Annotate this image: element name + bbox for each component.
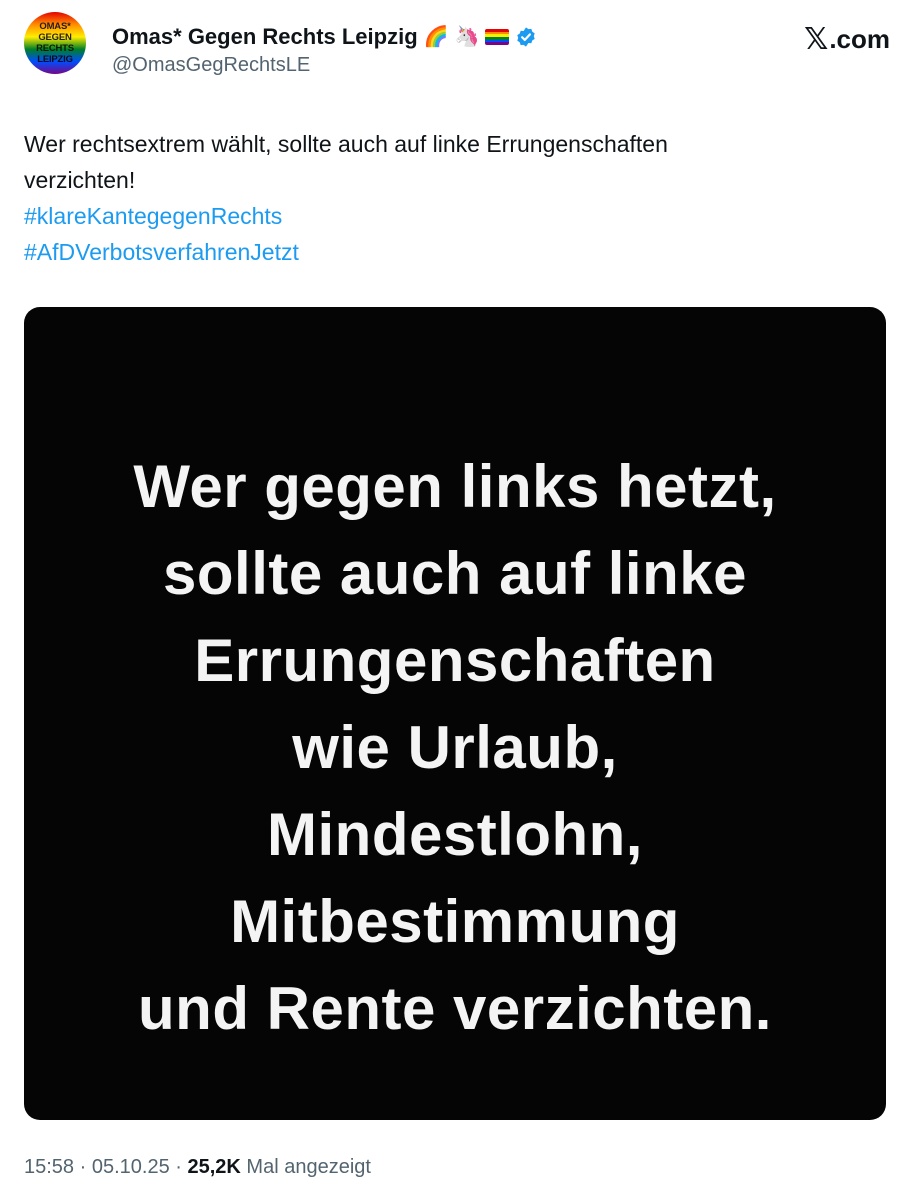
image-text-line: wie Urlaub,: [292, 714, 618, 781]
avatar[interactable]: OMAS* GEGEN RECHTS LEIPZIG: [24, 12, 86, 74]
x-domain-text: .com: [829, 24, 890, 54]
verified-badge-icon[interactable]: [515, 26, 537, 48]
tweet-time[interactable]: 15:58: [24, 1156, 74, 1178]
tweet-image[interactable]: Wer gegen links hetzt, sollte auch auf l…: [24, 307, 886, 1120]
image-text-line: Mindestlohn,: [267, 801, 643, 868]
tweet-header: OMAS* GEGEN RECHTS LEIPZIG Omas* Gegen R…: [24, 6, 890, 90]
hashtag-link[interactable]: #AfDVerbotsverfahrenJetzt: [24, 234, 884, 270]
image-text-line: und Rente verzichten.: [138, 975, 772, 1042]
avatar-logo-text: OMAS* GEGEN RECHTS LEIPZIG: [36, 21, 74, 65]
image-text-line: Errungenschaften: [194, 627, 716, 694]
display-name[interactable]: Omas* Gegen Rechts Leipzig: [112, 24, 418, 50]
view-count-label: Mal angezeigt: [240, 1156, 371, 1178]
tweet-meta: 15:58 · 05.10.25 · 25,2K Mal angezeigt: [24, 1156, 371, 1179]
image-text-line: Mitbestimmung: [230, 888, 680, 955]
pride-flag-icon: [485, 29, 510, 45]
name-row: Omas* Gegen Rechts Leipzig 🌈 🦄: [112, 22, 537, 52]
view-count[interactable]: 25,2K: [187, 1156, 240, 1178]
handle[interactable]: @OmasGegRechtsLE: [112, 54, 310, 77]
tweet-text-line: Wer rechtsextrem wählt, sollte auch auf …: [24, 131, 668, 157]
x-logo-icon: 𝕏: [804, 23, 829, 56]
tweet-page: OMAS* GEGEN RECHTS LEIPZIG Omas* Gegen R…: [0, 0, 914, 1200]
meta-separator: ·: [169, 1156, 188, 1178]
tweet-date[interactable]: 05.10.25: [92, 1156, 170, 1178]
x-com-logo[interactable]: 𝕏 .com: [804, 22, 890, 57]
image-text-line: sollte auch auf linke: [163, 540, 747, 607]
hashtag-link[interactable]: #klareKantegegenRechts: [24, 198, 884, 234]
tweet-text-line: verzichten!: [24, 167, 136, 193]
unicorn-emoji-icon: 🦄: [454, 26, 480, 48]
image-caption-text: Wer gegen links hetzt, sollte auch auf l…: [24, 443, 886, 1052]
image-text-line: Wer gegen links hetzt,: [133, 453, 777, 520]
rainbow-emoji-icon: 🌈: [423, 26, 449, 48]
meta-separator: ·: [74, 1156, 92, 1178]
tweet-text: Wer rechtsextrem wählt, sollte auch auf …: [24, 126, 884, 270]
